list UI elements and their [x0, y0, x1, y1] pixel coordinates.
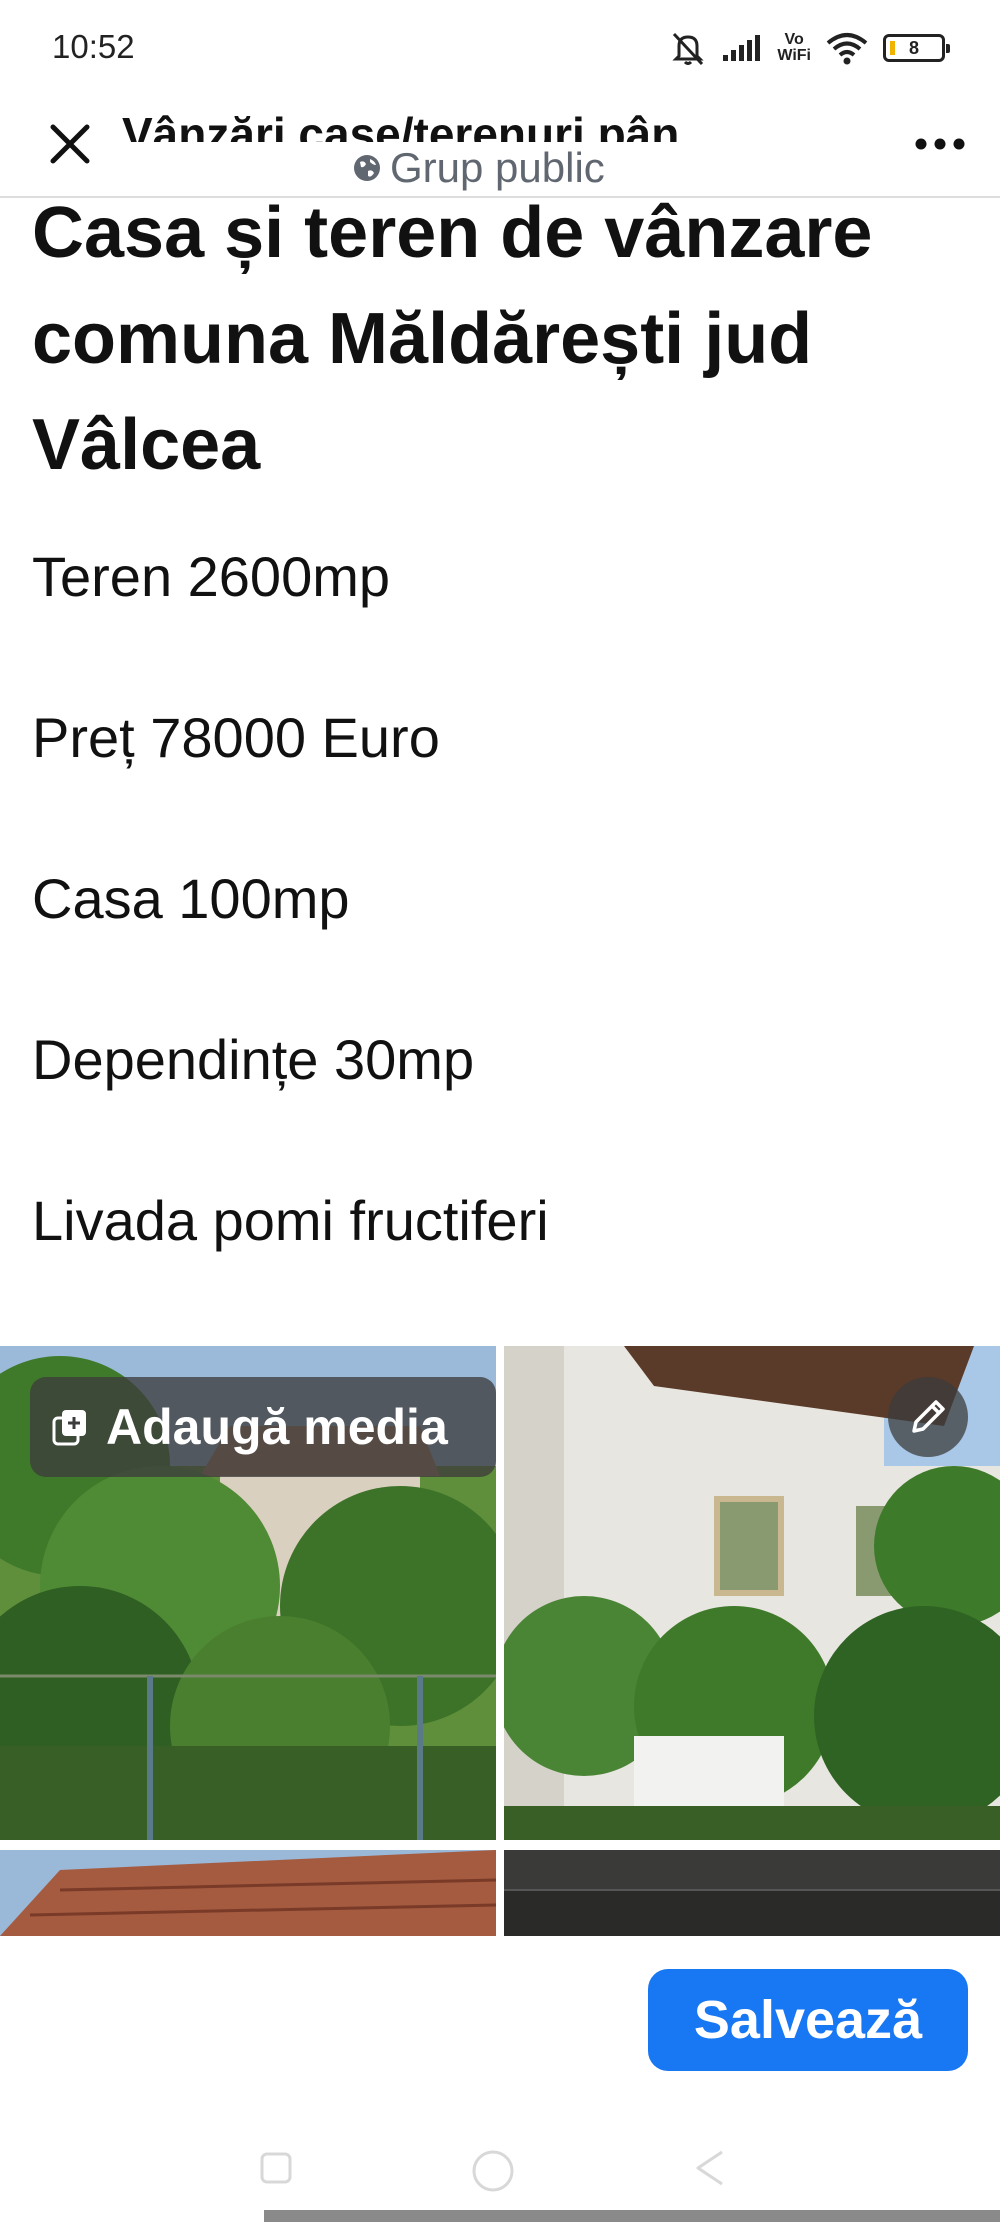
photo-4[interactable]	[504, 1850, 1000, 1936]
more-icon	[915, 138, 965, 150]
close-button[interactable]	[40, 114, 100, 174]
system-nav-bar	[0, 2118, 1000, 2222]
more-options-button[interactable]	[910, 124, 970, 164]
save-button[interactable]: Salvează	[648, 1969, 968, 2071]
home-icon[interactable]	[468, 2146, 518, 2196]
recents-icon[interactable]	[256, 2148, 296, 2188]
post-line-outbuildings[interactable]: Dependințe 30mp	[32, 1025, 474, 1095]
photo-interior	[504, 1850, 1000, 1936]
globe-icon	[354, 155, 380, 181]
pencil-icon	[912, 1400, 945, 1433]
add-media-button[interactable]: Adaugă media	[30, 1377, 496, 1477]
close-icon	[50, 124, 90, 164]
add-media-label: Adaugă media	[106, 1399, 448, 1455]
wifi-icon	[826, 33, 868, 65]
header: Vânzări case/terenuri pân Grup public	[0, 90, 1000, 198]
gesture-bar	[264, 2210, 1000, 2222]
photo-roof	[0, 1850, 496, 1936]
vowifi-icon: Vo WiFi	[777, 32, 811, 64]
battery-icon: 8	[883, 34, 950, 62]
signal-icon	[723, 35, 761, 61]
group-privacy-label: Grup public	[390, 144, 605, 191]
add-media-icon	[52, 1410, 86, 1446]
vowifi-bottom-label: WiFi	[777, 47, 811, 64]
back-icon[interactable]	[690, 2146, 730, 2190]
status-icons: Vo WiFi 8	[669, 28, 950, 68]
photo-3[interactable]	[0, 1850, 496, 1936]
group-title[interactable]: Vânzări case/terenuri pân	[122, 102, 842, 142]
post-content: Casa și teren de vânzare comuna Măldăreș…	[0, 198, 1000, 1338]
vowifi-top-label: Vo	[784, 31, 804, 48]
post-line-orchard[interactable]: Livada pomi fructiferi	[32, 1186, 549, 1256]
status-time: 10:52	[52, 28, 135, 65]
status-bar: 10:52 Vo WiFi 8	[0, 0, 1000, 90]
post-line-land[interactable]: Teren 2600mp	[32, 542, 390, 612]
post-title[interactable]: Casa și teren de vânzare comuna Măldăreș…	[32, 198, 982, 498]
muted-bell-icon	[672, 32, 704, 66]
battery-level: 8	[908, 37, 919, 58]
edit-media-button[interactable]	[888, 1377, 968, 1457]
post-line-house[interactable]: Casa 100mp	[32, 864, 350, 934]
group-privacy: Grup public	[352, 144, 605, 191]
bottom-bar: Salvează	[0, 1938, 1000, 2222]
post-line-price[interactable]: Preț 78000 Euro	[32, 703, 440, 773]
